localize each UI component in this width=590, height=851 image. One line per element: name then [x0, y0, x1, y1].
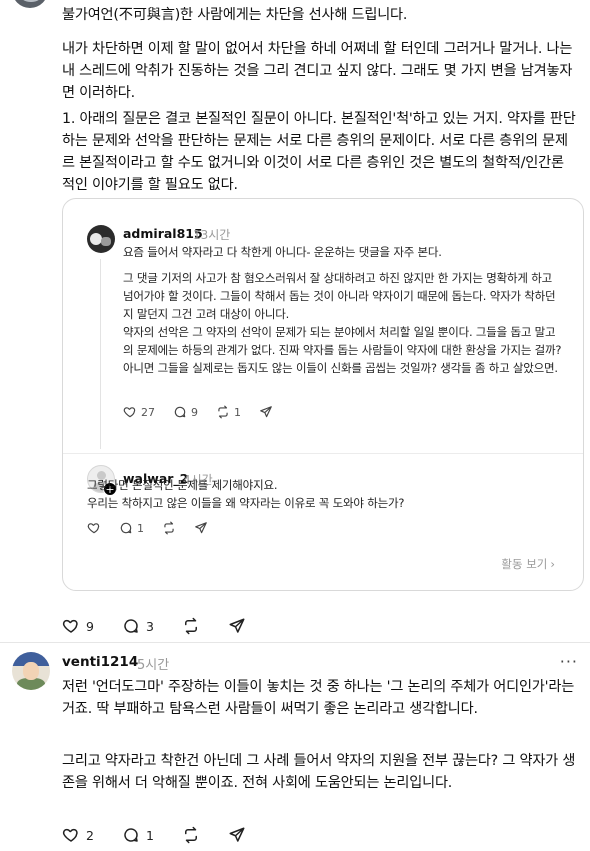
venti1214-actions: 2 1: [62, 826, 246, 844]
like-button[interactable]: [87, 521, 101, 535]
walwar-2-actions: 1: [87, 521, 208, 535]
heart-icon: [62, 828, 78, 842]
venti1214-time: 5시간: [137, 658, 170, 673]
heart-icon: [123, 407, 136, 418]
walwar-2-paragraph: 그렇다면 본질적인 문제를 제기해야지요. 우리는 착하지고 않은 이들을 왜 …: [87, 478, 405, 510]
admiral815-paragraph-2: 그 댓글 기저의 사고가 참 혐오스러워서 잘 상대하려고 하진 않지만 한 가…: [123, 271, 556, 321]
repost-icon: [184, 826, 197, 844]
heart-icon: [87, 523, 100, 534]
repost-button[interactable]: [182, 617, 200, 635]
like-button[interactable]: 9: [62, 617, 94, 635]
reply-count: 1: [145, 827, 154, 843]
comment-icon: [124, 619, 138, 633]
share-button[interactable]: [228, 617, 246, 635]
repost-button[interactable]: [162, 521, 176, 535]
post-separator: [0, 642, 590, 643]
repost-count: 1: [234, 405, 241, 419]
admiral815-actions: 27 9 1: [123, 405, 273, 419]
send-icon: [195, 522, 207, 534]
like-count: 2: [86, 827, 94, 843]
share-button[interactable]: [194, 521, 208, 535]
venti1214-username[interactable]: venti1214: [62, 654, 138, 670]
comment-icon: [120, 522, 132, 534]
venti1214-paragraph-1: 저런 '언더도그마' 주장하는 이들이 놓치는 것 중 하나는 '그 논리의 주…: [62, 679, 575, 717]
admiral815-time: 13시간: [193, 228, 231, 242]
admiral815-paragraph-1: 요즘 들어서 약자라고 다 착한게 아니다- 운운하는 댓글을 자주 본다.: [123, 245, 442, 259]
like-button[interactable]: 27: [123, 405, 155, 419]
reply-count: 1: [137, 521, 144, 535]
thread-connector-line: [100, 259, 101, 449]
card-divider: [63, 453, 583, 454]
top-post-paragraph-3: 1. 아래의 질문은 결코 본질적인 질문이 아니다. 본질적인'척'하고 있는…: [62, 111, 576, 193]
view-activity-label: 활동 보기: [501, 557, 548, 571]
top-post-paragraph-2: 내가 차단하면 이제 할 말이 없어서 차단을 하네 어쩌네 할 터인데 그러거…: [62, 41, 573, 101]
venti1214-paragraph-2: 그리고 약자라고 착한건 아닌데 그 사례 들어서 약자의 지원을 전부 끊는다…: [62, 753, 576, 791]
repost-icon: [184, 617, 197, 635]
send-icon: [229, 618, 245, 633]
repost-button[interactable]: 1: [216, 405, 241, 419]
admiral815-username[interactable]: admiral815: [123, 226, 203, 241]
share-button[interactable]: [259, 405, 273, 419]
comment-icon: [174, 406, 186, 418]
reply-button[interactable]: 1: [122, 826, 154, 844]
chevron-right-icon: ›: [550, 557, 555, 571]
repost-button[interactable]: [182, 826, 200, 844]
top-post-paragraph-1: 불가여언(不可與言)한 사람에게는 차단을 선사해 드립니다.: [62, 7, 408, 23]
reply-button[interactable]: 3: [122, 617, 154, 635]
repost-icon: [218, 405, 228, 419]
reply-count: 3: [145, 618, 154, 634]
reply-button[interactable]: 1: [119, 521, 144, 535]
view-activity-link[interactable]: 활동 보기 ›: [501, 556, 555, 572]
send-icon: [260, 406, 272, 418]
share-button[interactable]: [228, 826, 246, 844]
top-post-avatar[interactable]: [12, 0, 48, 8]
quoted-thread-card[interactable]: admiral815 13시간 요즘 들어서 약자라고 다 착한게 아니다- 운…: [62, 198, 584, 591]
like-count: 27: [141, 405, 155, 419]
admiral815-paragraph-3: 약자의 선악은 그 약자의 선악이 문제가 되는 분야에서 처리할 일일 뿐이다…: [123, 325, 562, 375]
send-icon: [229, 827, 245, 842]
like-button[interactable]: 2: [62, 826, 94, 844]
top-post-actions: 9 3: [62, 617, 246, 635]
comment-icon: [124, 828, 138, 842]
reply-button[interactable]: 9: [173, 405, 198, 419]
heart-icon: [62, 619, 78, 633]
reply-count: 9: [191, 405, 198, 419]
more-options-icon[interactable]: ···: [560, 652, 578, 671]
like-count: 9: [86, 618, 94, 634]
venti1214-avatar[interactable]: [12, 652, 50, 690]
admiral815-avatar[interactable]: [87, 225, 115, 253]
repost-icon: [164, 521, 174, 535]
